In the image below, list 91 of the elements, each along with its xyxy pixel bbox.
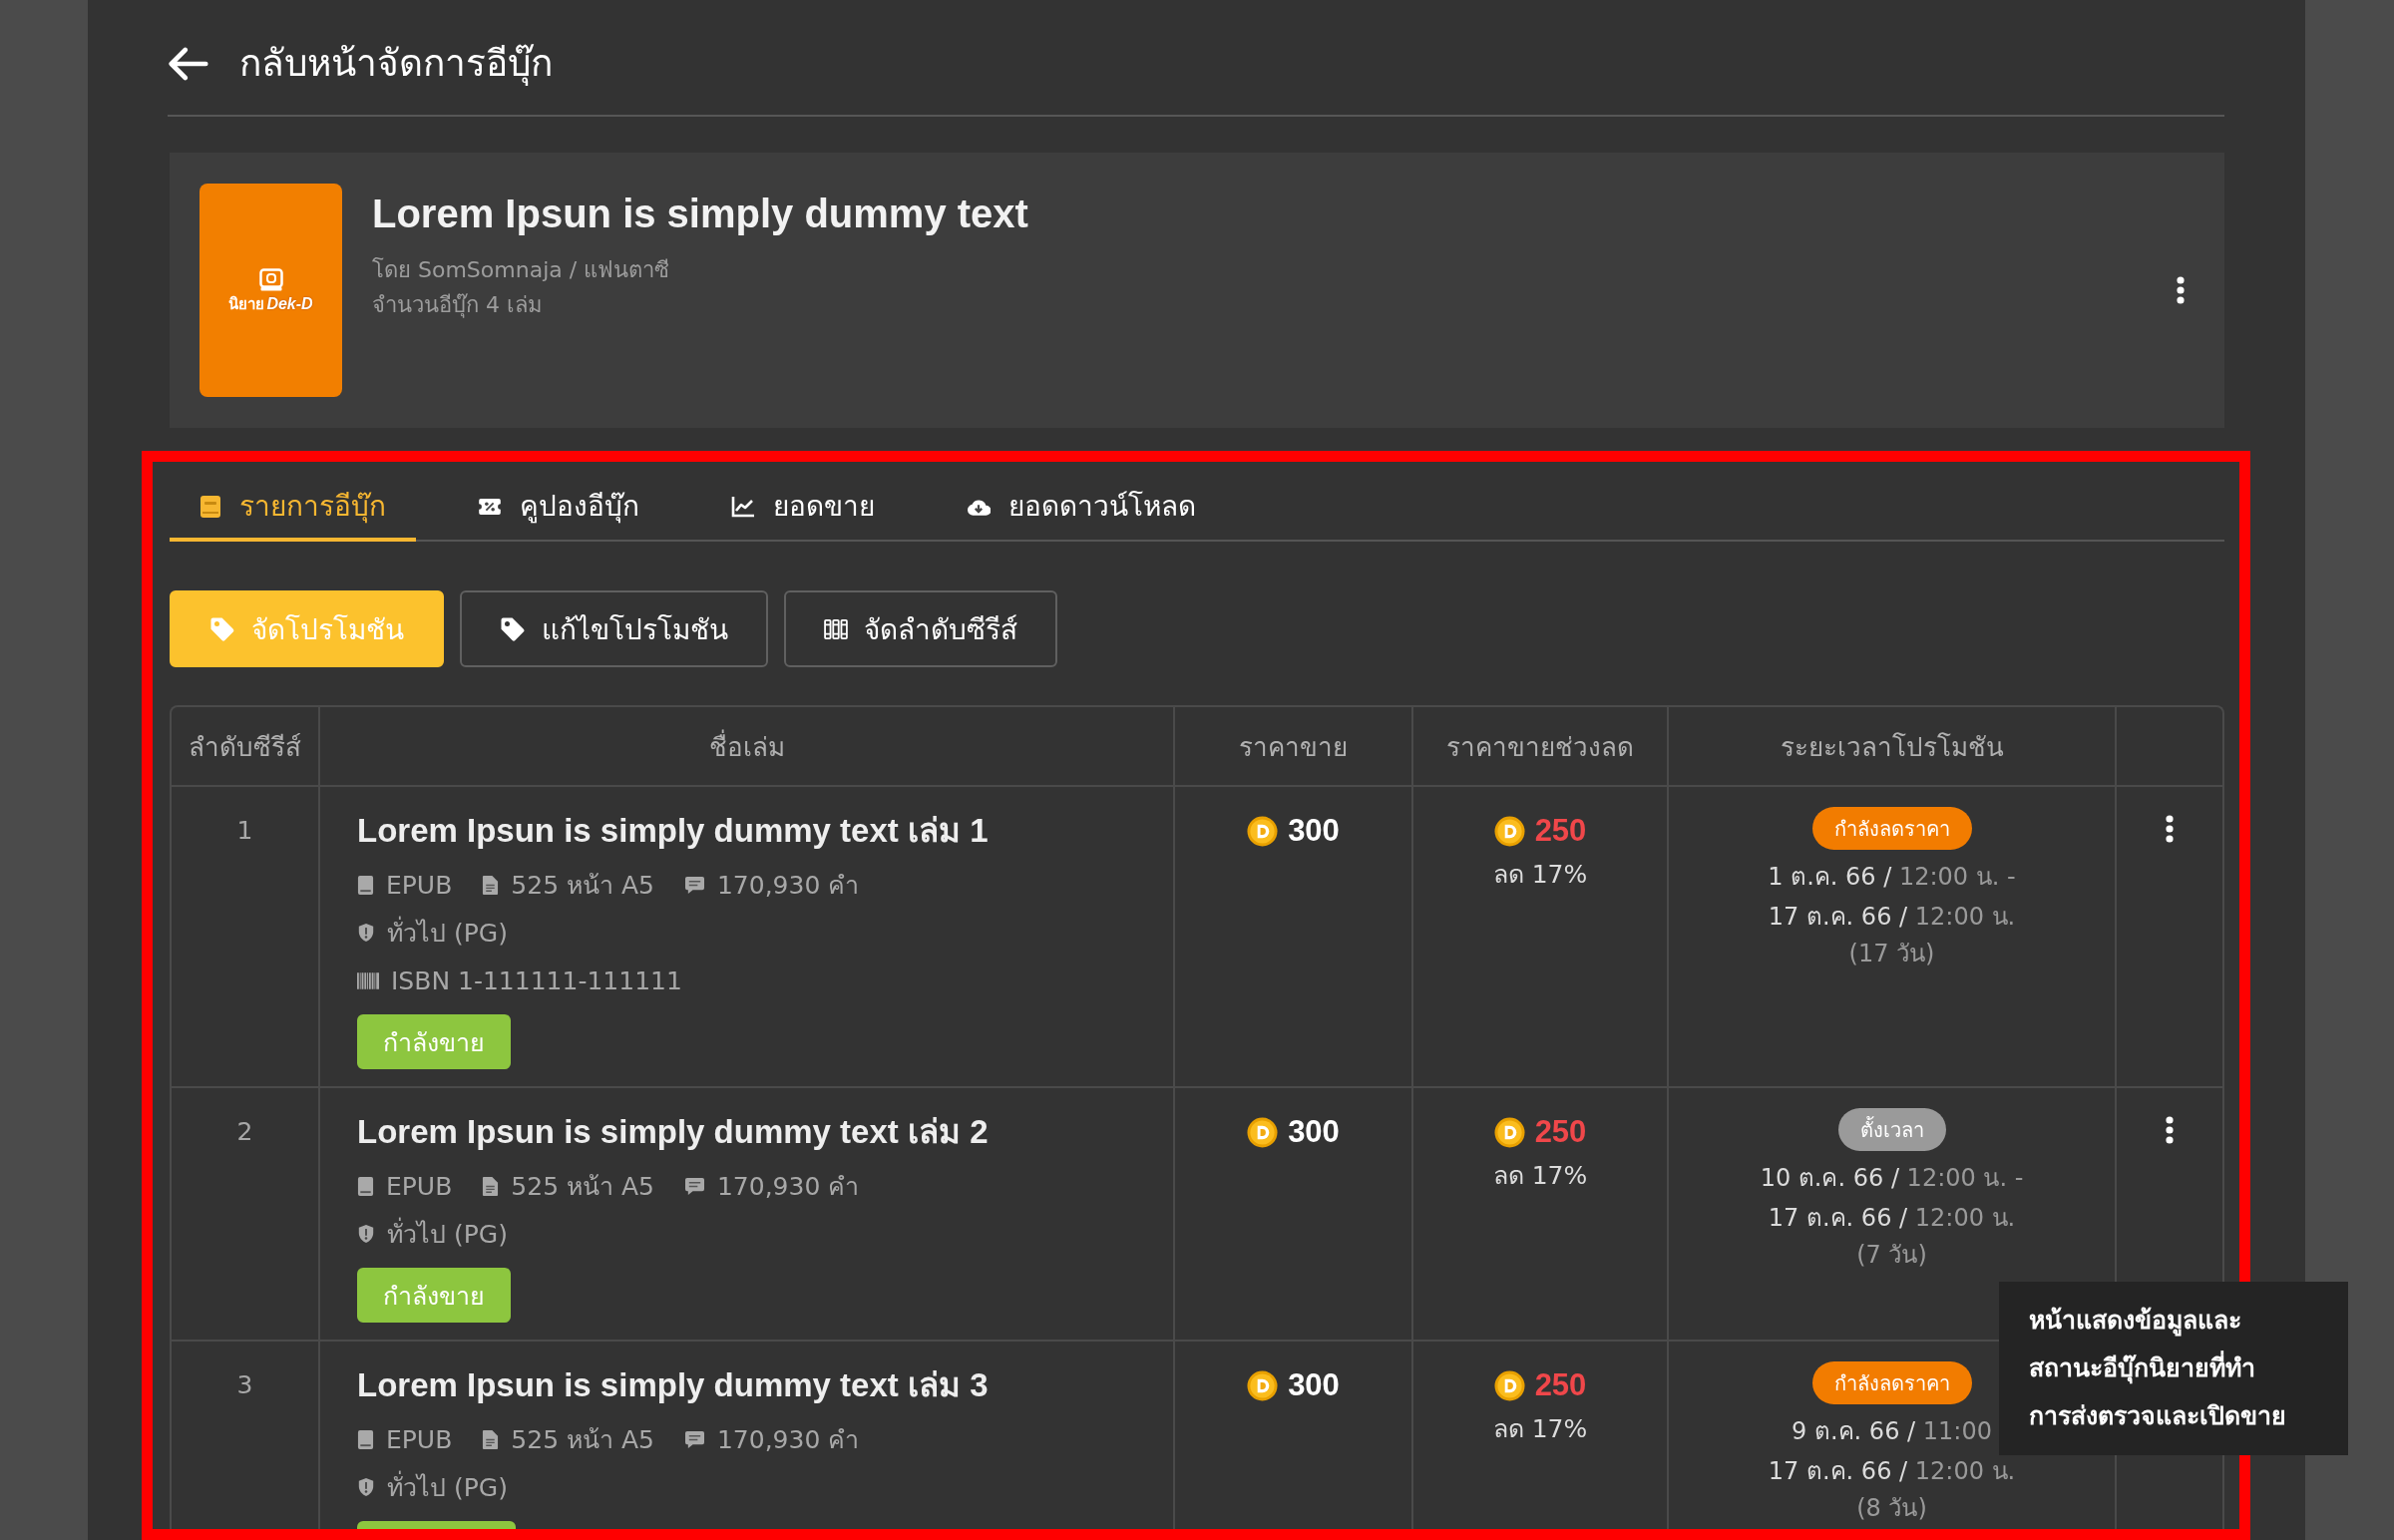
cloud-download-icon <box>967 497 991 517</box>
coin-icon <box>1247 815 1279 847</box>
shield-icon <box>357 1224 375 1244</box>
logo-icon <box>258 267 283 292</box>
tab[interactable]: คูปองอีบุ๊ก <box>448 469 669 542</box>
page-count: 525 หน้า A5 <box>511 1424 654 1456</box>
more-options-icon[interactable] <box>2177 276 2185 304</box>
column-header: ระยะเวลาโปรโมชัน <box>1780 730 2004 764</box>
more-options-icon[interactable] <box>2166 1116 2174 1144</box>
promotion-start: 10 ต.ค. 66 / 12:00 น. - <box>1760 1163 2024 1194</box>
sale-price: 250 <box>1534 1367 1587 1403</box>
page-count: 525 หน้า A5 <box>511 1171 654 1203</box>
column-header: ลำดับซีรีส์ <box>189 730 301 764</box>
column-header: ราคาขาย <box>1239 730 1348 764</box>
series-order-button[interactable]: จัดลำดับซีรีส์ <box>784 590 1057 667</box>
series-number: 3 <box>236 1369 253 1401</box>
ticket-icon <box>478 498 502 516</box>
comment-icon <box>683 1176 705 1196</box>
ebook-title: Lorem Ipsun is simply dummy text เล่ม 2 <box>357 1112 989 1152</box>
comment-icon <box>683 875 705 895</box>
columns-icon <box>824 618 848 639</box>
coin-icon <box>1493 1369 1525 1401</box>
promotion-end: 17 ต.ค. 66 / 12:00 น. <box>1768 1203 2016 1234</box>
status-badge: กำลังขาย <box>357 1268 511 1323</box>
discount-label: ลด 17% <box>1492 1413 1588 1445</box>
price: 300 <box>1288 813 1340 849</box>
promotion-status-badge: กำลังลดราคา <box>1811 1361 1972 1404</box>
book-icon <box>357 1175 374 1197</box>
document-icon <box>482 874 500 896</box>
promotion-duration: (17 วัน) <box>1848 939 1935 969</box>
tag-icon <box>500 615 526 642</box>
series-number: 1 <box>236 815 253 847</box>
word-count: 170,930 คำ <box>716 870 860 902</box>
ebook-title: Lorem Ipsun is simply dummy text เล่ม 1 <box>357 811 989 851</box>
promotion-start: 9 ต.ค. 66 / 11:00 <box>1792 1416 1992 1447</box>
comment-icon <box>683 1429 705 1449</box>
shield-icon <box>357 923 375 943</box>
column-header: ชื่อเล่ม <box>708 728 785 764</box>
word-count: 170,930 คำ <box>716 1171 860 1203</box>
page-title: กลับหน้าจัดการอีบุ๊ก <box>239 41 553 88</box>
book-icon <box>357 874 374 896</box>
tag-icon <box>209 615 235 642</box>
price: 300 <box>1288 1114 1340 1150</box>
word-count: 170,930 คำ <box>716 1424 860 1456</box>
age-rating: ทั่วไป (PG) <box>387 1467 508 1507</box>
book-title: Lorem Ipsun is simply dummy text <box>372 191 1028 237</box>
shield-icon <box>357 1477 375 1497</box>
promotion-end: 17 ต.ค. 66 / 12:00 น. <box>1768 1456 2016 1487</box>
document-icon <box>482 1175 500 1197</box>
tab[interactable]: รายการอีบุ๊ก <box>170 469 416 542</box>
chart-icon <box>731 496 755 518</box>
coin-icon <box>1247 1116 1279 1148</box>
book-icon <box>357 1428 374 1450</box>
back-arrow-icon[interactable] <box>168 47 209 81</box>
author-line: โดย SomSomnaja / แฟนตาซี <box>372 256 670 284</box>
isbn-number: ISBN 1-111111-111111 <box>391 965 682 995</box>
coin-icon <box>1493 1116 1525 1148</box>
book-icon <box>200 495 221 519</box>
column-header: ราคาขายช่วงลด <box>1446 730 1634 764</box>
coin-icon <box>1247 1369 1279 1401</box>
logo-text: นิยาย <box>228 294 265 313</box>
page-count: 525 หน้า A5 <box>511 870 654 902</box>
promotion-duration: (8 วัน) <box>1856 1493 1927 1524</box>
age-rating: ทั่วไป (PG) <box>387 1214 508 1254</box>
promotion-status-badge: กำลังลดราคา <box>1811 807 1972 850</box>
ebook-count: จำนวนอีบุ๊ก 4 เล่ม <box>372 291 543 320</box>
tab[interactable]: ยอดขาย <box>701 469 905 542</box>
age-rating: ทั่วไป (PG) <box>387 913 508 953</box>
annotation-note: หน้าแสดงข้อมูลและ สถานะอีบุ๊กนิยายที่ทำ การส่งตรวจและเปิดขาย <box>1999 1282 2348 1455</box>
edit-promotion-button[interactable]: แก้ไขโปรโมชัน <box>460 590 768 667</box>
status-badge: กำลังขาย <box>357 1014 511 1069</box>
promotion-status-badge: ตั้งเวลา <box>1837 1108 1946 1151</box>
more-options-icon[interactable] <box>2166 815 2174 843</box>
discount-label: ลด 17% <box>1492 859 1588 891</box>
sale-price: 250 <box>1534 1114 1587 1150</box>
document-icon <box>482 1428 500 1450</box>
logo-text: Dek-D <box>266 294 313 313</box>
format-label: EPUB <box>386 870 453 900</box>
price: 300 <box>1288 1367 1340 1403</box>
format-label: EPUB <box>386 1424 453 1454</box>
barcode-icon <box>357 971 379 989</box>
promotion-duration: (7 วัน) <box>1856 1240 1927 1271</box>
promotion-end: 17 ต.ค. 66 / 12:00 น. <box>1768 902 2016 933</box>
tab[interactable]: ยอดดาวน์โหลด <box>937 469 1226 542</box>
series-number: 2 <box>236 1116 253 1148</box>
ebook-title: Lorem Ipsun is simply dummy text เล่ม 3 <box>357 1365 989 1405</box>
format-label: EPUB <box>386 1171 453 1201</box>
promotion-start: 1 ต.ค. 66 / 12:00 น. - <box>1768 862 2016 893</box>
discount-label: ลด 17% <box>1492 1160 1588 1192</box>
coin-icon <box>1493 815 1525 847</box>
sale-price: 250 <box>1534 813 1587 849</box>
